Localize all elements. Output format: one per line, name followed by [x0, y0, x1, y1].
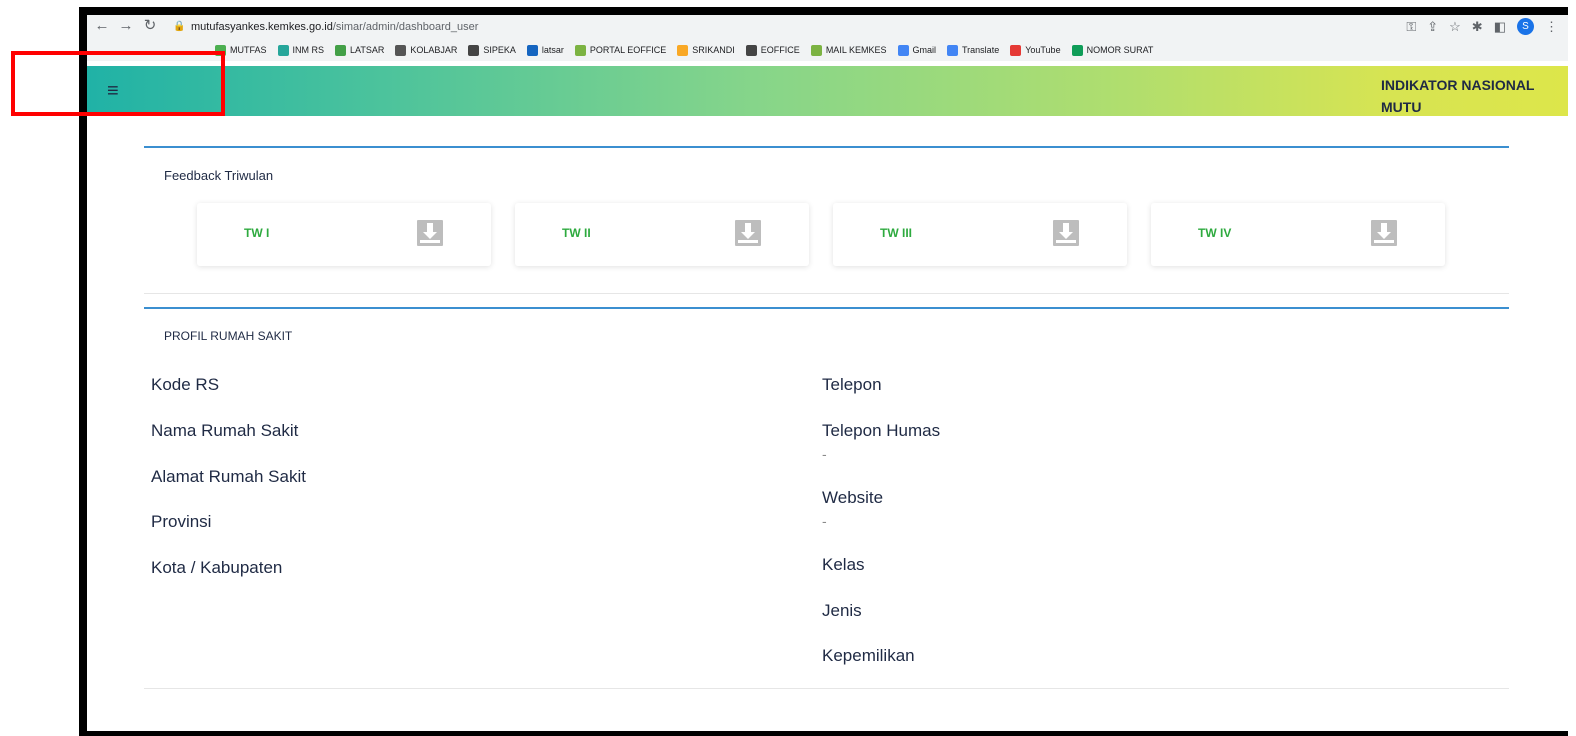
feedback-card: Feedback Triwulan TW I TW II TW III TW I…: [144, 146, 1509, 294]
brand-line-1: INDIKATOR NASIONAL: [1381, 77, 1535, 93]
url-path: /simar/admin/dashboard_user: [332, 21, 479, 33]
field-alamat-rs: Alamat Rumah Sakit: [151, 467, 306, 486]
screenshot-frame: ← → ↻ 🔒 mutufasyankes.kemkes.go.id/simar…: [79, 7, 1568, 736]
highlight-box: [11, 51, 225, 116]
bookmark-icon: [1010, 44, 1022, 56]
field-kelas: Kelas: [822, 555, 865, 574]
extensions-icon[interactable]: ✱: [1472, 18, 1483, 36]
value-website: -: [822, 513, 827, 529]
bookmark-icon: [897, 44, 909, 56]
bookmark-label: KOLABJAR: [410, 45, 458, 55]
browser-window: ← → ↻ 🔒 mutufasyankes.kemkes.go.id/simar…: [87, 15, 1568, 731]
profile-avatar[interactable]: S: [1517, 18, 1534, 35]
bookmark-item[interactable]: LATSAR: [335, 44, 385, 56]
address-bar-row: ← → ↻ 🔒 mutufasyankes.kemkes.go.id/simar…: [87, 15, 1568, 39]
bookmark-icon: [574, 44, 586, 56]
tw-card-3[interactable]: TW III: [833, 203, 1127, 266]
bookmark-label: LATSAR: [350, 45, 385, 55]
bookmark-icon: [1071, 44, 1083, 56]
brand-line-2: MUTU: [1381, 99, 1422, 115]
side-panel-icon[interactable]: ◧: [1494, 18, 1506, 36]
bookmark-icon: [468, 44, 480, 56]
bookmark-label: Translate: [962, 45, 1000, 55]
bookmark-icon: [745, 44, 757, 56]
bookmark-label: PORTAL EOFFICE: [589, 45, 667, 55]
bookmark-item[interactable]: Translate: [947, 44, 1000, 56]
bookmark-item[interactable]: MAIL KEMKES: [810, 44, 887, 56]
bookmark-item[interactable]: EOFFICE: [745, 44, 800, 56]
field-kode-rs: Kode RS: [151, 375, 220, 394]
field-kota: Kota / Kabupaten: [151, 558, 283, 577]
reload-icon[interactable]: ↻: [141, 17, 159, 35]
field-kepemilikan: Kepemilikan: [822, 646, 915, 665]
bookmark-item[interactable]: KOLABJAR: [395, 44, 458, 56]
field-telepon: Telepon: [822, 375, 882, 394]
tw-label: TW IV: [1198, 226, 1232, 240]
bookmark-icon: [277, 44, 289, 56]
bookmark-label: Gmail: [912, 45, 937, 55]
profil-title: PROFIL RUMAH SAKIT: [164, 329, 293, 343]
field-telepon-humas: Telepon Humas: [822, 421, 941, 440]
bookmark-item[interactable]: SIPEKA: [468, 44, 516, 56]
lock-icon: 🔒: [173, 21, 186, 32]
star-icon[interactable]: ☆: [1449, 18, 1461, 36]
bookmark-icon: [947, 44, 959, 56]
bookmark-label: YouTube: [1025, 45, 1061, 55]
bookmark-item[interactable]: latsar: [526, 44, 564, 56]
feedback-title: Feedback Triwulan: [164, 168, 274, 183]
bookmark-icon: [526, 44, 538, 56]
browser-toolbar: ⚿ ⇪ ☆ ✱ ◧ S ⋮: [1406, 18, 1558, 36]
brand-title: INDIKATOR NASIONAL MUTU: [1381, 74, 1561, 118]
profil-card: PROFIL RUMAH SAKIT Kode RS Nama Rumah Sa…: [144, 307, 1509, 689]
bookmarks-bar: MUTFAS INM RS LATSAR KOLABJAR SIPEKA latsar PO…: [87, 39, 1568, 61]
field-provinsi: Provinsi: [151, 512, 212, 531]
tw-label: TW III: [880, 226, 912, 240]
tw-card-1[interactable]: TW I: [197, 203, 491, 266]
key-icon[interactable]: ⚿: [1406, 18, 1416, 36]
download-icon[interactable]: [417, 220, 443, 246]
bookmark-icon: [395, 44, 407, 56]
url-host: mutufasyankes.kemkes.go.id: [191, 21, 333, 33]
bookmark-label: latsar: [541, 45, 564, 55]
bookmark-icon: [677, 44, 689, 56]
bookmark-item[interactable]: PORTAL EOFFICE: [574, 44, 667, 56]
download-icon[interactable]: [735, 220, 761, 246]
back-arrow-icon[interactable]: ←: [93, 17, 111, 35]
tw-label: TW I: [244, 226, 270, 240]
field-website: Website: [822, 488, 884, 507]
tw-card-4[interactable]: TW IV: [1151, 203, 1445, 266]
share-icon[interactable]: ⇪: [1427, 18, 1438, 36]
field-nama-rs: Nama Rumah Sakit: [151, 421, 299, 440]
tw-label: TW II: [562, 226, 591, 240]
bookmark-label: EOFFICE: [760, 45, 800, 55]
bookmark-item[interactable]: INM RS: [277, 44, 325, 56]
bookmark-label: SIPEKA: [483, 45, 516, 55]
bookmark-label: MUTFAS: [230, 45, 267, 55]
field-jenis: Jenis: [822, 601, 862, 620]
bookmark-icon: [335, 44, 347, 56]
url-field[interactable]: 🔒 mutufasyankes.kemkes.go.id/simar/admin…: [169, 17, 1568, 37]
tw-card-2[interactable]: TW II: [515, 203, 809, 266]
bookmark-label: MAIL KEMKES: [825, 45, 887, 55]
bookmark-item[interactable]: NOMOR SURAT: [1071, 44, 1154, 56]
bookmark-label: SRIKANDI: [692, 45, 735, 55]
bookmark-label: NOMOR SURAT: [1086, 45, 1154, 55]
header-bar: ≡ INDIKATOR NASIONAL MUTU: [87, 66, 1568, 116]
value-telepon-humas: -: [822, 446, 827, 462]
bookmark-item[interactable]: Gmail: [897, 44, 937, 56]
download-icon[interactable]: [1371, 220, 1397, 246]
bookmark-item[interactable]: SRIKANDI: [677, 44, 735, 56]
forward-arrow-icon[interactable]: →: [117, 17, 135, 35]
download-icon[interactable]: [1053, 220, 1079, 246]
bookmark-item[interactable]: YouTube: [1010, 44, 1061, 56]
bookmark-label: INM RS: [292, 45, 325, 55]
bookmark-icon: [810, 44, 822, 56]
kebab-menu-icon[interactable]: ⋮: [1545, 18, 1558, 36]
